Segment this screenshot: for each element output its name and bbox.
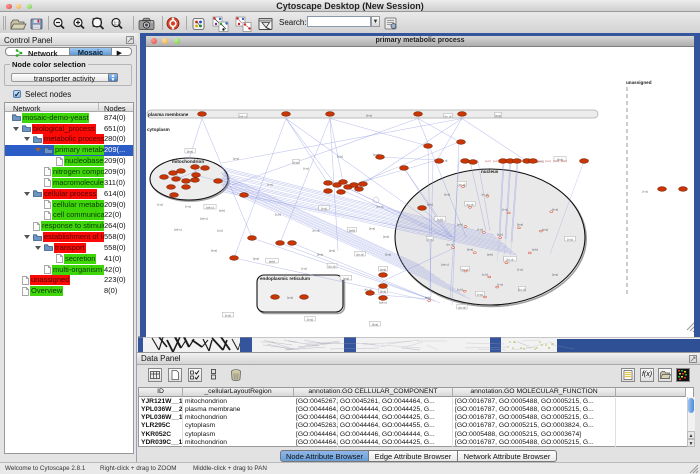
svg-text:[x,b]: [x,b] (497, 232, 503, 236)
svg-text:[x,b]: [x,b] (437, 217, 443, 221)
svg-text:cytoplasm: cytoplasm (147, 127, 170, 132)
svg-text:[a-b]: [a-b] (532, 247, 538, 251)
svg-text:[p-q]: [p-q] (287, 295, 293, 299)
svg-text:[m,n]: [m,n] (519, 287, 526, 291)
svg-text:[x,b]: [x,b] (275, 212, 281, 216)
svg-text:[t-a]: [t-a] (502, 207, 507, 211)
svg-text:[ab c]: [ab c] (174, 227, 182, 231)
svg-text:[b-a]: [b-a] (211, 248, 217, 252)
svg-text:plasma membrane: plasma membrane (148, 112, 189, 117)
svg-text:[a-b]: [a-b] (425, 295, 431, 299)
svg-text:[p-q]: [p-q] (495, 113, 501, 117)
svg-text:[x,b]: [x,b] (337, 154, 343, 158)
svg-text:[b-a]: [b-a] (372, 322, 378, 326)
svg-text:[ab c]: [ab c] (206, 205, 214, 209)
svg-text:[a-b]: [a-b] (269, 259, 275, 263)
svg-text:[m,n]: [m,n] (377, 204, 384, 208)
svg-text:[p-q]: [p-q] (233, 156, 239, 160)
svg-text:[b-a]: [b-a] (385, 252, 391, 256)
svg-text:[t-a]: [t-a] (321, 206, 326, 210)
svg-text:[t-a]: [t-a] (307, 317, 312, 321)
svg-text:mitochondrion: mitochondrion (172, 159, 204, 164)
svg-text:[x,b]: [x,b] (457, 287, 463, 291)
svg-text:[x,b]: [x,b] (482, 272, 488, 276)
svg-text:[b-a]: [b-a] (552, 207, 558, 211)
svg-text:endoplasmic reticulum: endoplasmic reticulum (260, 276, 310, 281)
svg-text:unassigned: unassigned (626, 80, 652, 85)
svg-text:[a-b]: [a-b] (457, 222, 463, 226)
svg-text:nucleus: nucleus (481, 169, 499, 174)
svg-text:[ab c]: [ab c] (200, 216, 208, 220)
svg-text:[b-a]: [b-a] (366, 113, 372, 117)
svg-text:[t-a]: [t-a] (477, 292, 482, 296)
svg-text:[p-q]: [p-q] (253, 256, 259, 260)
svg-text:[m,n]: [m,n] (507, 257, 514, 261)
svg-text:[m,n]: [m,n] (447, 242, 454, 246)
svg-text:[p-q]: [p-q] (380, 267, 386, 271)
svg-text:[ab c]: [ab c] (441, 262, 449, 266)
svg-text:[a-b]: [a-b] (427, 202, 433, 206)
svg-text:[t-a]: [t-a] (185, 204, 190, 208)
svg-text:[a-b]: [a-b] (487, 252, 493, 256)
svg-text:[x,b]: [x,b] (217, 228, 223, 232)
svg-text:[m,n]: [m,n] (357, 252, 364, 256)
svg-text:[t-a]: [t-a] (157, 202, 162, 206)
svg-text:[a-b]: [a-b] (553, 159, 559, 163)
svg-text:[m,n]: [m,n] (313, 228, 320, 232)
svg-text:[b-a]: [b-a] (317, 252, 323, 256)
svg-text:[b-a]: [b-a] (187, 149, 193, 153)
svg-text:[t-a]: [t-a] (225, 313, 230, 317)
svg-text:[b-a]: [b-a] (380, 289, 386, 293)
svg-text:[p-q]: [p-q] (383, 234, 389, 238)
svg-text:[t-a]: [t-a] (642, 189, 647, 193)
svg-text:[m,n]: [m,n] (467, 202, 474, 206)
svg-text:[a-b]: [a-b] (349, 228, 355, 232)
svg-text:[t-a]: [t-a] (301, 266, 306, 270)
svg-text:[m,n]: [m,n] (329, 264, 336, 268)
svg-text:[ab c]: [ab c] (379, 300, 387, 304)
svg-text:[m,n]: [m,n] (459, 305, 466, 309)
svg-text:1:1: 1:1 (114, 21, 121, 26)
svg-text:[b-a]: [b-a] (467, 247, 473, 251)
svg-text:[a-b]: [a-b] (219, 208, 225, 212)
svg-text:[t-a]: [t-a] (267, 182, 272, 186)
svg-text:[a-b]: [a-b] (485, 159, 491, 163)
svg-text:[t-a]: [t-a] (497, 282, 502, 286)
svg-text:[a-b]: [a-b] (545, 159, 551, 163)
svg-text:[t-a]: [t-a] (293, 160, 298, 164)
svg-text:[t-a]: [t-a] (427, 237, 432, 241)
svg-text:[b-a]: [b-a] (369, 226, 375, 230)
svg-text:[a-b]: [a-b] (561, 159, 567, 163)
svg-text:[b-a]: [b-a] (444, 192, 450, 196)
svg-text:[a-b]: [a-b] (537, 159, 543, 163)
svg-text:[ab c]: [ab c] (239, 114, 247, 118)
svg-text:[p-q]: [p-q] (343, 276, 349, 280)
svg-text:[t-a]: [t-a] (477, 227, 482, 231)
svg-text:[t-a]: [t-a] (303, 166, 308, 170)
svg-text:[t-a]: [t-a] (567, 237, 572, 241)
svg-text:[p-q]: [p-q] (329, 248, 335, 252)
svg-text:[a-b]: [a-b] (493, 159, 499, 163)
svg-text:[m,n]: [m,n] (445, 114, 452, 118)
svg-text:[t-a]: [t-a] (517, 267, 522, 271)
svg-text:[b-a]: [b-a] (517, 222, 523, 226)
svg-text:[p-q]: [p-q] (542, 227, 548, 231)
svg-text:[p-q]: [p-q] (552, 272, 558, 276)
